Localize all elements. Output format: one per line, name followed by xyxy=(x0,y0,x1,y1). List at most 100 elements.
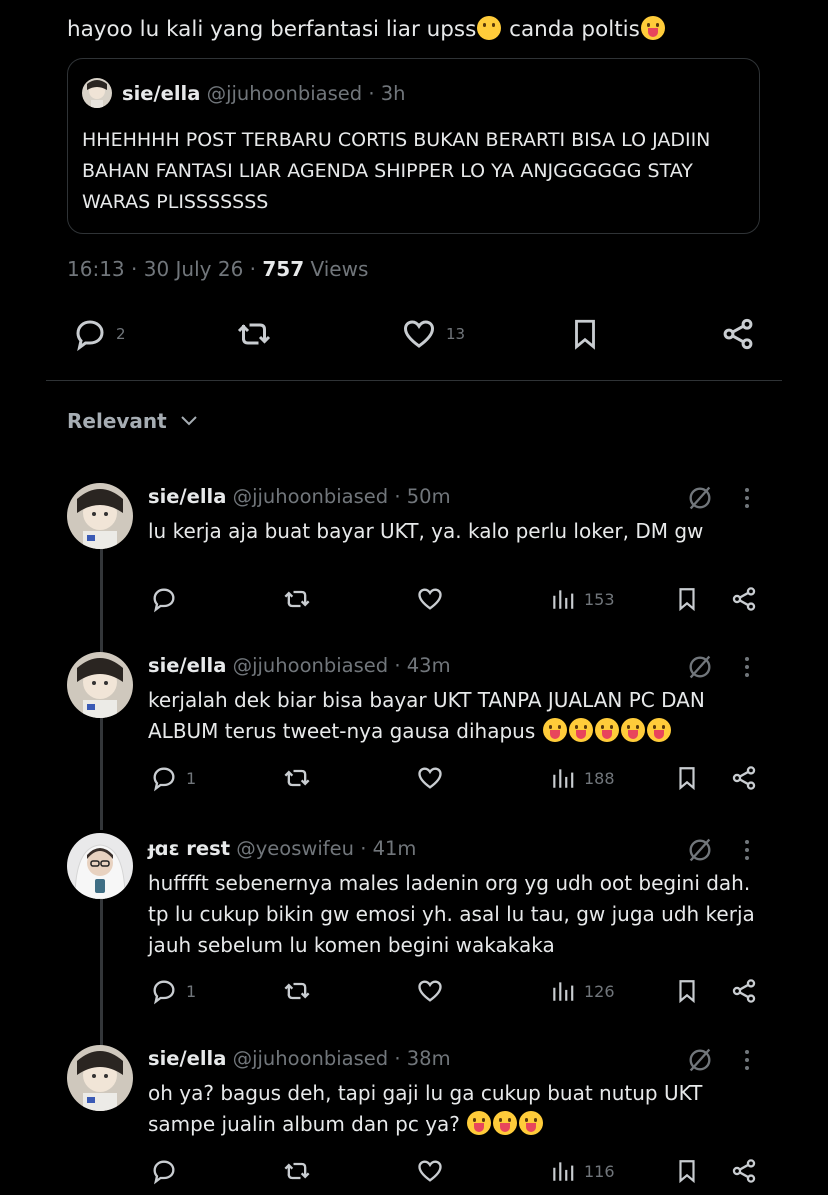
reply-header: sie/ella @jjuhoonbiased · 38m xyxy=(148,1046,451,1072)
share-icon xyxy=(732,979,756,1003)
chevron-down-icon xyxy=(181,416,197,426)
reply-button[interactable]: 1 xyxy=(150,976,196,1006)
hand-over-mouth-emoji-icon xyxy=(477,16,502,40)
bookmark-icon xyxy=(575,319,595,350)
reply-item[interactable]: sie/ella @jjuhoonbiased · 50m lu kerja a… xyxy=(0,482,828,632)
author-name[interactable]: sie/ella xyxy=(148,485,226,508)
like-button[interactable] xyxy=(416,976,444,1006)
views-button[interactable]: 188 xyxy=(550,763,615,793)
author-name[interactable]: sie/ella xyxy=(122,82,200,105)
share-button[interactable] xyxy=(720,314,756,354)
repost-button[interactable] xyxy=(282,763,312,793)
analytics-icon xyxy=(553,590,574,609)
author-handle[interactable]: @jjuhoonbiased xyxy=(233,654,389,677)
repost-button[interactable] xyxy=(282,976,312,1006)
avatar[interactable] xyxy=(82,78,112,108)
repost-button[interactable] xyxy=(282,1156,312,1186)
reply-time: · 38m xyxy=(394,1047,451,1070)
reply-button[interactable] xyxy=(150,1156,186,1186)
more-options-icon[interactable] xyxy=(742,1046,752,1074)
author-handle[interactable]: @jjuhoonbiased xyxy=(233,1047,389,1070)
like-button[interactable]: 13 xyxy=(400,314,465,354)
author-handle[interactable]: @jjuhoonbiased xyxy=(207,82,363,105)
quoted-tweet[interactable]: sie/ella @jjuhoonbiased · 3h HHEHHHH POS… xyxy=(67,58,760,234)
repost-button[interactable] xyxy=(235,314,273,354)
reply-header: sie/ella @jjuhoonbiased · 43m xyxy=(148,653,451,679)
views-count: 116 xyxy=(584,1161,615,1181)
reply-button[interactable]: 2 xyxy=(72,314,126,354)
bookmark-button[interactable] xyxy=(568,314,602,354)
reply-icon xyxy=(153,588,175,613)
reply-count: 1 xyxy=(186,768,197,788)
views-count: 126 xyxy=(584,981,615,1001)
reply-time: · 41m xyxy=(360,837,417,860)
bookmark-button[interactable] xyxy=(674,763,700,793)
share-icon xyxy=(723,318,753,350)
more-options-icon[interactable] xyxy=(742,484,752,512)
like-button[interactable] xyxy=(416,1156,444,1186)
share-button[interactable] xyxy=(730,976,758,1006)
avatar[interactable] xyxy=(67,833,133,899)
sort-dropdown[interactable]: Relevant xyxy=(67,407,201,435)
heart-icon xyxy=(418,588,442,610)
reply-icon xyxy=(153,1160,175,1185)
views-count: 188 xyxy=(584,768,615,788)
share-button[interactable] xyxy=(730,1156,758,1186)
repost-icon xyxy=(284,769,310,787)
reply-item[interactable]: sie/ella @jjuhoonbiased · 43m kerjalah d… xyxy=(0,651,828,811)
analytics-icon xyxy=(553,982,574,1001)
heart-icon xyxy=(418,980,442,1002)
tongue-emoji-icon xyxy=(542,718,567,742)
repost-icon xyxy=(284,590,310,608)
like-button[interactable] xyxy=(416,584,444,614)
grok-icon[interactable] xyxy=(686,653,714,681)
bookmark-button[interactable] xyxy=(674,1156,700,1186)
more-options-icon[interactable] xyxy=(742,836,752,864)
reply-item[interactable]: sie/ella @jjuhoonbiased · 38m oh ya? bag… xyxy=(0,1044,828,1194)
author-name[interactable]: sie/ella xyxy=(148,1047,226,1070)
post-text-main: hayoo lu kali yang berfantasi liar upss xyxy=(67,17,477,42)
views-button[interactable]: 153 xyxy=(550,584,615,614)
share-button[interactable] xyxy=(730,584,758,614)
bookmark-icon xyxy=(679,588,695,612)
tongue-emoji-icon xyxy=(467,1111,492,1135)
grok-icon[interactable] xyxy=(686,836,714,864)
reply-count: 1 xyxy=(186,981,197,1001)
divider xyxy=(46,380,782,381)
tongue-emoji-icon xyxy=(568,718,593,742)
heart-icon xyxy=(418,1160,442,1182)
bookmark-button[interactable] xyxy=(674,584,700,614)
like-button[interactable] xyxy=(416,763,444,793)
reply-item[interactable]: ɟɑɛ rest @yeoswifeu · 41m hufffft sebene… xyxy=(0,832,828,1027)
avatar[interactable] xyxy=(67,483,133,549)
author-handle[interactable]: @yeoswifeu xyxy=(236,837,354,860)
views-button[interactable]: 116 xyxy=(550,1156,615,1186)
bookmark-button[interactable] xyxy=(674,976,700,1006)
reply-button[interactable] xyxy=(150,584,186,614)
post-time: · 3h xyxy=(368,82,406,105)
author-name[interactable]: sie/ella xyxy=(148,654,226,677)
post-text-tail: canda poltis xyxy=(502,17,640,42)
reply-text-content: hufffft sebenernya males ladenin org yg … xyxy=(148,871,755,957)
analytics-icon xyxy=(553,1162,574,1181)
grok-icon[interactable] xyxy=(686,1046,714,1074)
analytics-icon xyxy=(553,769,574,788)
avatar[interactable] xyxy=(67,1045,133,1111)
repost-icon xyxy=(284,1162,310,1180)
views-button[interactable]: 126 xyxy=(550,976,615,1006)
tongue-emoji-icon xyxy=(620,718,645,742)
reply-icon xyxy=(153,767,175,792)
share-button[interactable] xyxy=(730,763,758,793)
more-options-icon[interactable] xyxy=(742,653,752,681)
reply-text-content: lu kerja aja buat bayar UKT, ya. kalo pe… xyxy=(148,519,704,543)
reply-time: · 43m xyxy=(394,654,451,677)
avatar[interactable] xyxy=(67,652,133,718)
author-handle[interactable]: @jjuhoonbiased xyxy=(233,485,389,508)
reply-icon xyxy=(76,320,104,352)
grok-icon[interactable] xyxy=(686,484,714,512)
repost-button[interactable] xyxy=(282,584,312,614)
reply-button[interactable]: 1 xyxy=(150,763,196,793)
author-name[interactable]: ɟɑɛ rest xyxy=(148,837,230,860)
share-icon xyxy=(732,766,756,790)
views-label: Views xyxy=(310,257,369,281)
